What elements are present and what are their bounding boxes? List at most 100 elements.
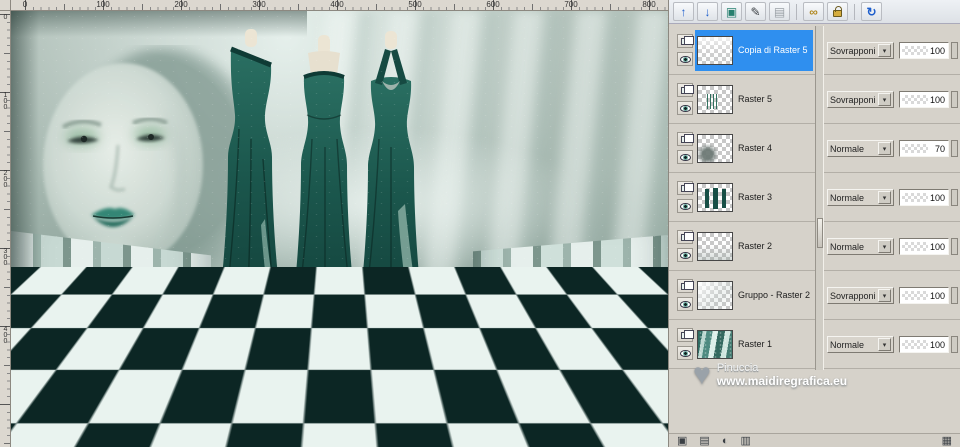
app-window: 0 100 200 300 400 500 600 700 800 0 100 … [0,0,960,447]
bottom-toolbar-icon-5[interactable]: ▦ [942,435,952,447]
blend-mode-dropdown[interactable]: Normale ▾ [827,238,894,255]
blend-mode-dropdown[interactable]: Normale ▾ [827,189,894,206]
layer-type-button[interactable] [677,279,694,293]
layer-thumbnail[interactable] [697,35,733,65]
canvas-image[interactable] [11,11,668,447]
layer-type-button[interactable] [677,230,694,244]
blend-mode-dropdown[interactable]: Normale ▾ [827,140,894,157]
lock-transparency-button[interactable] [827,2,848,21]
opacity-slider-button[interactable] [951,336,958,353]
edit-layer-button[interactable]: ✎ [745,2,766,21]
layer-type-icon [681,35,694,45]
left-edge-shadow [11,11,39,447]
layer-controls [675,181,695,213]
bottom-toolbar-icon-1[interactable]: ▣ [677,435,687,447]
opacity-field[interactable]: 100 [899,42,949,59]
bottom-toolbar-icon-2[interactable]: ▤ [699,435,709,447]
new-layer-button[interactable]: ▣ [721,2,742,21]
blend-mode-dropdown[interactable]: Normale ▾ [827,336,894,353]
layer-name[interactable]: Raster 5 [738,94,772,104]
visibility-toggle[interactable] [677,150,693,164]
watermark-site: www.maidiregrafica.eu [716,374,848,388]
layer-type-button[interactable] [677,181,694,195]
opacity-field[interactable]: 70 [899,140,949,157]
visibility-toggle[interactable] [677,52,693,66]
opacity-slider-button[interactable] [951,140,958,157]
opacity-value: 100 [929,339,945,350]
bottom-toolbar-icon-4[interactable]: ▥ [740,435,750,447]
layer-name[interactable]: Raster 3 [738,192,772,202]
layer-type-button[interactable] [677,34,694,48]
vertical-ruler[interactable]: 0 100 200 300 400 [0,11,11,447]
blend-mode-value: Sovrapponi [830,45,876,56]
opacity-value: 100 [929,290,945,301]
palette-splitter[interactable] [815,26,824,370]
opacity-slider-button[interactable] [951,42,958,59]
blend-mode-dropdown[interactable]: Sovrapponi ▾ [827,287,894,304]
layer-name[interactable]: Raster 4 [738,143,772,153]
opacity-slider-button[interactable] [951,189,958,206]
layer-name[interactable]: Raster 2 [738,241,772,251]
visibility-toggle[interactable] [677,346,693,360]
eye-icon [679,251,691,259]
layer-type-icon [681,133,694,143]
ruler-corner [0,0,11,11]
new-layer-icon: ▣ [725,4,738,19]
lock-icon [833,6,842,17]
visibility-toggle[interactable] [677,199,693,213]
chevron-down-icon: ▾ [878,289,891,302]
bottom-toolbar: ▣ ▤ ◐ ▥ ▦ [669,433,960,447]
horizontal-ruler[interactable]: 0 100 200 300 400 500 600 700 800 [11,0,668,11]
opacity-field[interactable]: 100 [899,336,949,353]
arrow-up-button[interactable]: ↑ [673,2,694,21]
eye-icon [679,202,691,210]
layer-thumbnail[interactable] [697,182,733,212]
link-layers-button[interactable]: ∞ [803,2,824,21]
blend-mode-dropdown[interactable]: Sovrapponi ▾ [827,91,894,108]
eye-icon [679,55,691,63]
layer-thumbnail[interactable] [697,133,733,163]
ruler-label: 200 [2,170,9,188]
opacity-slider-button[interactable] [951,91,958,108]
layer-type-button[interactable] [677,132,694,146]
layer-name[interactable]: Copia di Raster 5 [738,45,808,55]
opacity-field[interactable]: 100 [899,189,949,206]
delete-layer-button[interactable]: ▤ [769,2,790,21]
layer-type-icon [681,329,694,339]
eye-icon [679,104,691,112]
visibility-toggle[interactable] [677,297,693,311]
layer-thumbnail[interactable] [697,231,733,261]
layer-controls [675,328,695,360]
opacity-slider-button[interactable] [951,238,958,255]
arrow-down-button[interactable]: ↓ [697,2,718,21]
layer-thumbnail[interactable] [697,280,733,310]
layers-palette: ↑ ↓ ▣ ✎ ▤ ∞ ↻ Copia di Raster 5 Sovrappo… [668,0,960,447]
layer-name[interactable]: Raster 1 [738,339,772,349]
bottom-toolbar-icon-3[interactable]: ◐ [722,435,729,447]
visibility-toggle[interactable] [677,101,693,115]
reset-button[interactable]: ↻ [861,2,882,21]
layer-thumbnail[interactable] [697,84,733,114]
opacity-slider-button[interactable] [951,287,958,304]
ruler-label: 600 [486,0,500,9]
opacity-field[interactable]: 100 [899,287,949,304]
opacity-field[interactable]: 100 [899,238,949,255]
ruler-label: 400 [330,0,344,9]
layer-thumbnail[interactable] [697,329,733,359]
ruler-label: 0 [2,14,9,20]
ruler-label: 100 [2,92,9,110]
toolbar-separator [854,3,855,20]
blend-mode-dropdown[interactable]: Sovrapponi ▾ [827,42,894,59]
layer-type-button[interactable] [677,83,694,97]
eye-icon [679,300,691,308]
opacity-field[interactable]: 100 [899,91,949,108]
layer-name[interactable]: Gruppo - Raster 2 [738,290,810,300]
layer-type-button[interactable] [677,328,694,342]
visibility-toggle[interactable] [677,248,693,262]
arrow-down-icon: ↓ [704,4,711,19]
delete-layer-icon: ▤ [773,4,786,19]
layer-main: Raster 4 [695,128,813,169]
layer-controls [675,279,695,311]
layer-controls [675,132,695,164]
layer-controls [675,230,695,262]
